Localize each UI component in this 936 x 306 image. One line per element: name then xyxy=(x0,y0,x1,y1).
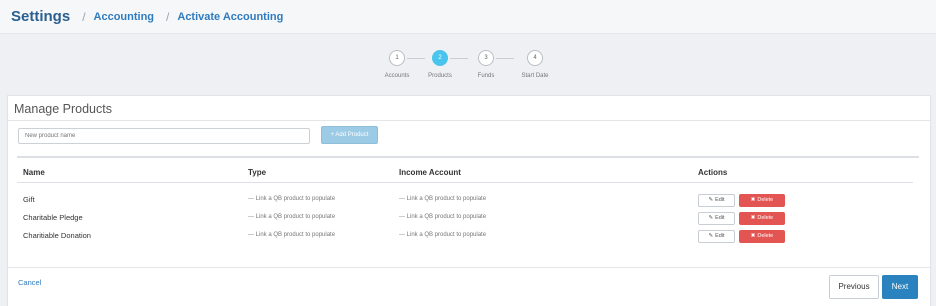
delete-label: Delete xyxy=(757,233,774,239)
breadcrumb-separator: / xyxy=(82,9,86,24)
column-header-actions: Actions xyxy=(698,168,728,177)
times-icon: ✖ xyxy=(750,197,756,203)
delete-button[interactable]: ✖ Delete xyxy=(739,194,785,207)
edit-button[interactable]: ✎ Edit xyxy=(698,212,735,225)
times-icon: ✖ xyxy=(750,215,756,221)
product-income-account: --- Link a QB product to populate xyxy=(399,196,487,202)
times-icon: ✖ xyxy=(750,233,756,239)
edit-label: Edit xyxy=(715,215,725,221)
delete-button[interactable]: ✖ Delete xyxy=(739,212,785,225)
breadcrumb-separator: / xyxy=(166,9,170,24)
panel-divider xyxy=(8,120,930,121)
column-header-type: Type xyxy=(248,168,267,177)
edit-label: Edit xyxy=(715,233,725,239)
plus-icon: + xyxy=(330,132,335,138)
next-button[interactable]: Next xyxy=(882,275,918,299)
product-type: --- Link a QB product to populate xyxy=(248,232,336,238)
new-product-name-input[interactable] xyxy=(18,128,310,144)
product-income-account: --- Link a QB product to populate xyxy=(399,232,487,238)
product-type: --- Link a QB product to populate xyxy=(248,196,336,202)
previous-button[interactable]: Previous xyxy=(829,275,879,299)
add-product-button[interactable]: + Add Product xyxy=(321,126,378,144)
step-number: 4 xyxy=(527,50,543,66)
step-number: 1 xyxy=(389,50,405,66)
edit-icon: ✎ xyxy=(708,197,714,203)
cancel-link[interactable]: Cancel xyxy=(18,278,41,287)
panel-title: Manage Products xyxy=(14,102,112,116)
table-header-border xyxy=(17,182,913,183)
footer-divider xyxy=(8,267,930,268)
delete-label: Delete xyxy=(757,197,774,203)
table-row: Charitable Pledge --- Link a QB product … xyxy=(8,210,930,228)
table-row: Charitiable Donation --- Link a QB produ… xyxy=(8,228,930,246)
delete-label: Delete xyxy=(757,215,774,221)
delete-button[interactable]: ✖ Delete xyxy=(739,230,785,243)
product-type: --- Link a QB product to populate xyxy=(248,214,336,220)
breadcrumb-accounting[interactable]: Accounting xyxy=(94,11,155,23)
page-header: Settings / Accounting / Activate Account… xyxy=(0,0,936,34)
edit-label: Edit xyxy=(715,197,725,203)
edit-button[interactable]: ✎ Edit xyxy=(698,230,735,243)
manage-products-panel: Manage Products + Add Product Name Type … xyxy=(7,95,931,306)
edit-icon: ✎ xyxy=(708,233,714,239)
table-row: Gift --- Link a QB product to populate -… xyxy=(8,192,930,210)
column-header-name: Name xyxy=(23,168,45,177)
step-start-date[interactable]: 4 Start Date xyxy=(505,50,565,79)
column-header-income-account: Income Account xyxy=(399,168,461,177)
product-name: Charitable Pledge xyxy=(23,213,83,222)
edit-button[interactable]: ✎ Edit xyxy=(698,194,735,207)
product-income-account: --- Link a QB product to populate xyxy=(399,214,487,220)
edit-icon: ✎ xyxy=(708,215,714,221)
breadcrumb-activate-accounting[interactable]: Activate Accounting xyxy=(177,11,283,23)
add-product-label: Add Product xyxy=(335,132,369,138)
step-number: 3 xyxy=(478,50,494,66)
product-name: Charitiable Donation xyxy=(23,231,91,240)
table-top-border xyxy=(17,156,919,158)
step-number: 2 xyxy=(432,50,448,66)
page-title[interactable]: Settings xyxy=(11,8,70,25)
step-label: Start Date xyxy=(521,73,549,79)
product-name: Gift xyxy=(23,195,35,204)
wizard-stepper: 1 Accounts 2 Products 3 Funds 4 Start Da… xyxy=(381,50,561,84)
